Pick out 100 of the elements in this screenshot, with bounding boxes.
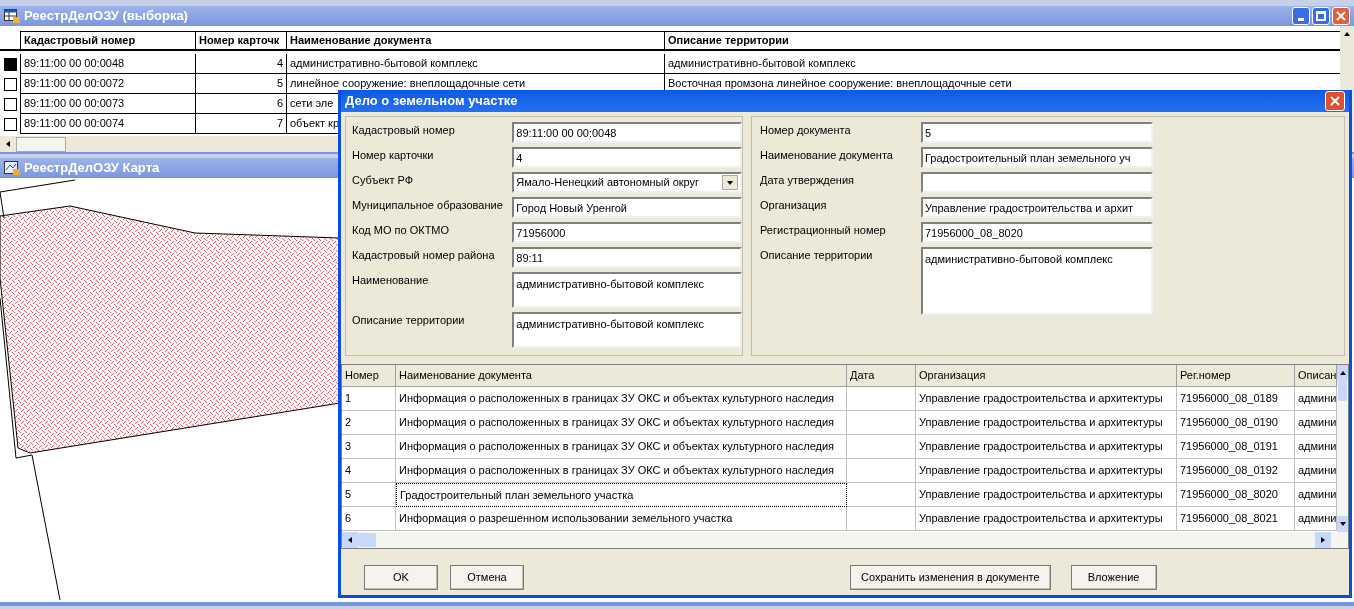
dialog-button[interactable]: Вложение <box>1070 565 1157 590</box>
scroll-up-button[interactable] <box>1337 365 1348 381</box>
empty-grid-cell[interactable] <box>847 411 916 435</box>
grid-cell[interactable]: Градостроительный план земельного участка <box>396 483 847 507</box>
field-label: Описание территории <box>760 248 874 263</box>
text-field[interactable]: 4 <box>512 147 742 168</box>
table-cell-text: Восточная промзона линейное сооружение: внеплощадочные сети <box>668 76 1012 92</box>
text-field[interactable]: 89:11 <box>512 247 742 268</box>
scroll-right-button[interactable] <box>1315 532 1331 548</box>
field-label: Дата утверждения <box>760 173 855 188</box>
grid-cell[interactable]: Управление градостроительства и архитектуры <box>916 483 1177 507</box>
table-cell-text: 89:11:00 00 00:0072 <box>24 76 125 92</box>
table-cell-text: административно-бытовой комплекс <box>290 56 478 72</box>
close-button[interactable] <box>1332 7 1350 25</box>
grid-cell[interactable]: 2 <box>342 411 396 435</box>
table-cell-text: линейное сооружение: внеплощадочные сети <box>290 76 526 92</box>
up-arrow-icon[interactable] <box>1338 369 1347 377</box>
text-field[interactable]: 89:11:00 00 00:0048 <box>512 122 742 143</box>
dialog-button[interactable]: Отмена <box>450 565 524 590</box>
grid-cell[interactable]: Управление градостроительства и архитектуры <box>916 459 1177 483</box>
table-cell-text: 89:11:00 00 00:0073 <box>24 96 125 112</box>
column-header[interactable]: Номер карточк <box>195 31 286 49</box>
grid-cell[interactable]: Информация о расположенных в границах ЗУ ОКС и объектах культурного наследия <box>396 435 847 459</box>
text-field[interactable]: 71956000 <box>512 222 742 243</box>
grid-cell[interactable]: Управление градостроительства и архитектуры <box>916 507 1177 531</box>
table-cell-text: 7 <box>276 116 283 132</box>
column-header[interactable]: Наименование документа <box>286 31 664 49</box>
row-indicator[interactable] <box>3 117 17 131</box>
text-field[interactable]: Город Новый Уренгой <box>512 197 742 218</box>
map-window-icon <box>4 161 20 175</box>
table-cell-text: 89:11:00 00 00:0048 <box>24 56 125 72</box>
minimize-button[interactable] <box>1292 7 1310 25</box>
grid-cell[interactable]: 71956000_08_0192 <box>1177 459 1295 483</box>
column-header[interactable]: Кадастровый номер <box>20 31 195 49</box>
grid-cell[interactable]: 71956000_08_8021 <box>1177 507 1295 531</box>
grid-cell[interactable]: Управление градостроительства и архитектуры <box>916 387 1177 411</box>
left-arrow-icon[interactable] <box>4 140 12 148</box>
field-label: Номер карточки <box>352 148 435 163</box>
grid-cell[interactable]: 1 <box>342 387 396 411</box>
memo-field[interactable]: административно-бытовой комплекс <box>512 272 742 308</box>
scrollbar-thumb[interactable] <box>358 533 376 547</box>
memo-field[interactable]: административно-бытовой комплекс <box>512 312 742 348</box>
grid-cell[interactable]: 71956000_08_0191 <box>1177 435 1295 459</box>
scrollbar-thumb[interactable] <box>16 136 66 152</box>
right-arrow-icon[interactable] <box>1319 536 1327 544</box>
grid-cell[interactable]: Информация о расположенных в границах ЗУ ОКС и объектах культурного наследия <box>396 387 847 411</box>
column-header[interactable]: Дата <box>847 365 916 387</box>
table-cell-text: 4 <box>276 56 283 72</box>
field-label: Кадастровый номер <box>352 123 456 138</box>
window-title: Дело о земельном участке <box>345 92 518 111</box>
grid-cell[interactable]: Управление градостроительства и архитектуры <box>916 411 1177 435</box>
dropdown-field[interactable]: Ямало-Ненецкий автономный округ <box>512 172 742 193</box>
text-field[interactable]: 71956000_08_8020 <box>921 222 1153 243</box>
scrollbar-thumb[interactable] <box>1338 381 1347 401</box>
empty-grid-cell[interactable] <box>847 387 916 411</box>
field-label: Регистрационный номер <box>760 223 887 238</box>
column-header[interactable]: Наименование документа <box>396 365 847 387</box>
grid-cell[interactable]: Информация о расположенных в границах ЗУ ОКС и объектах культурного наследия <box>396 411 847 435</box>
text-field[interactable]: Градостроительный план земельного уч <box>921 147 1153 168</box>
empty-grid-cell[interactable] <box>847 435 916 459</box>
maximize-button[interactable] <box>1312 7 1330 25</box>
left-arrow-icon[interactable] <box>346 536 354 544</box>
grid-cell[interactable]: 71956000_08_0189 <box>1177 387 1295 411</box>
text-field[interactable] <box>921 172 1153 193</box>
scroll-down-button[interactable] <box>1337 516 1348 532</box>
row-indicator[interactable] <box>3 57 17 71</box>
grid-cell[interactable]: Информация о расположенных в границах ЗУ ОКС и объектах культурного наследия <box>396 459 847 483</box>
empty-grid-cell[interactable] <box>847 483 916 507</box>
text-field[interactable]: Управление градостроительства и архит <box>921 197 1153 218</box>
grid-cell[interactable]: 6 <box>342 507 396 531</box>
table-cell-text: 89:11:00 00 00:0074 <box>24 116 125 132</box>
scroll-left-button[interactable] <box>342 532 358 548</box>
grid-cell[interactable]: 4 <box>342 459 396 483</box>
table-cell-text: 5 <box>276 76 283 92</box>
empty-grid-cell[interactable] <box>847 507 916 531</box>
field-label: Номер документа <box>760 123 852 138</box>
up-arrow-icon[interactable] <box>1343 30 1351 38</box>
grid-cell[interactable]: Управление градостроительства и архитектуры <box>916 435 1177 459</box>
table-cell-text: административно-бытовой комплекс <box>668 56 856 72</box>
grid-cell[interactable]: 3 <box>342 435 396 459</box>
table-window-icon <box>4 9 20 23</box>
close-button[interactable] <box>1325 91 1345 111</box>
close-icon <box>1330 96 1340 106</box>
grid-cell[interactable]: 71956000_08_0190 <box>1177 411 1295 435</box>
grid-cell[interactable]: 71956000_08_8020 <box>1177 483 1295 507</box>
dialog-button[interactable]: Сохранить изменения в документе <box>850 565 1051 590</box>
down-arrow-icon[interactable] <box>1338 520 1347 528</box>
row-indicator[interactable] <box>3 97 17 111</box>
memo-field[interactable]: административно-бытовой комплекс <box>921 247 1153 315</box>
text-field[interactable]: 5 <box>921 122 1153 143</box>
column-header[interactable]: Рег.номер <box>1177 365 1295 387</box>
window-title: РеестрДелОЗУ (выборка) <box>24 7 188 26</box>
grid-cell[interactable]: 5 <box>342 483 396 507</box>
dialog-button[interactable]: OK <box>364 565 438 590</box>
grid-cell[interactable]: Информация о разрешенном использовании земельного участка <box>396 507 847 531</box>
column-header[interactable]: Описание территории <box>664 31 1340 49</box>
row-indicator[interactable] <box>3 77 17 91</box>
column-header[interactable]: Организация <box>916 365 1177 387</box>
empty-grid-cell[interactable] <box>847 459 916 483</box>
column-header[interactable]: Номер <box>342 365 396 387</box>
